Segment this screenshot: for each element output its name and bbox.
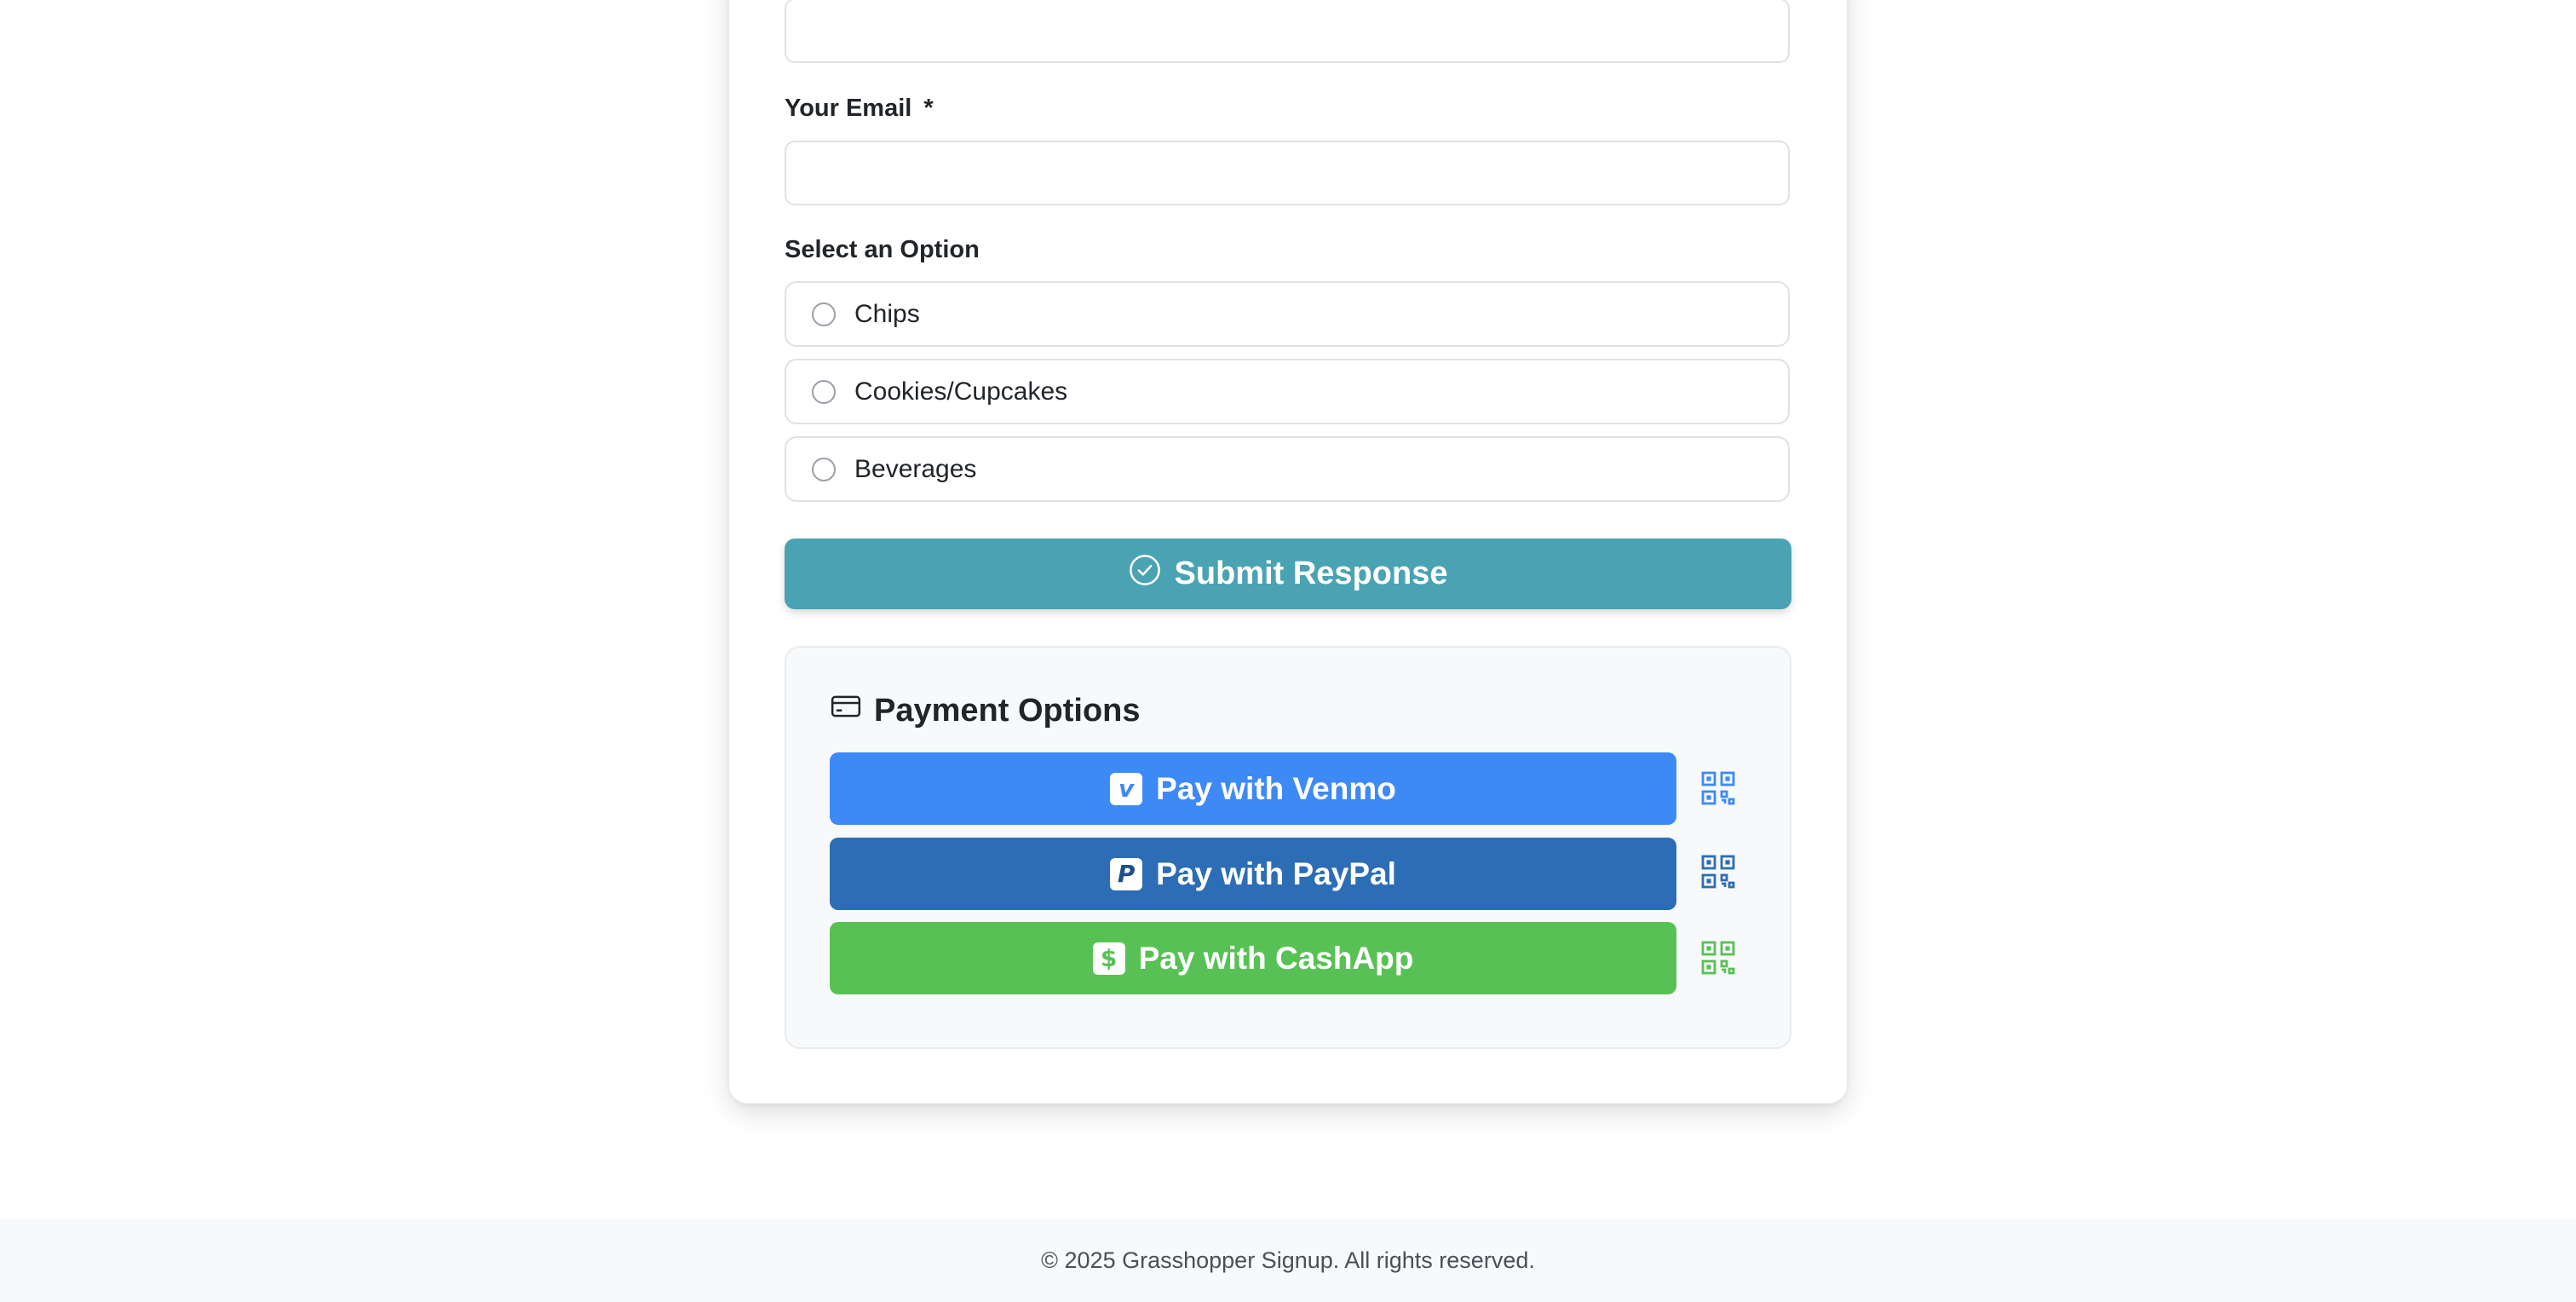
page-footer: © 2025 Grasshopper Signup. All rights re…: [0, 1218, 2576, 1302]
submit-button[interactable]: Submit Response: [785, 539, 1791, 609]
pay-paypal-button[interactable]: P Pay with PayPal: [830, 838, 1676, 910]
radio-button[interactable]: [812, 458, 836, 481]
email-label-text: Your Email: [785, 95, 912, 122]
email-input[interactable]: [785, 141, 1790, 205]
option-label-cookies: Cookies/Cupcakes: [854, 377, 1068, 406]
pay-venmo-button[interactable]: v Pay with Venmo: [830, 752, 1676, 825]
radio-button[interactable]: [812, 380, 836, 404]
option-label-chips: Chips: [854, 300, 920, 328]
option-cookies-cupcakes[interactable]: Cookies/Cupcakes: [785, 359, 1790, 424]
name-input[interactable]: [785, 0, 1790, 63]
pay-cashapp-button[interactable]: $ Pay with CashApp: [830, 922, 1676, 994]
submit-button-label: Submit Response: [1174, 556, 1448, 591]
cashapp-qr-code-icon[interactable]: [1701, 941, 1735, 975]
payment-title-text: Payment Options: [874, 693, 1141, 729]
payment-options-panel: Payment Options v Pay with Venmo P Pay w…: [785, 646, 1791, 1049]
pay-venmo-label: Pay with Venmo: [1156, 770, 1396, 806]
credit-card-icon: [830, 690, 862, 731]
check-circle-icon: [1129, 554, 1161, 595]
pay-cashapp-label: Pay with CashApp: [1138, 940, 1414, 976]
footer-copyright: © 2025 Grasshopper Signup. All rights re…: [1041, 1247, 1535, 1273]
email-label: Your Email *: [785, 94, 934, 123]
option-beverages[interactable]: Beverages: [785, 436, 1790, 502]
paypal-icon: P: [1110, 857, 1143, 890]
venmo-icon: v: [1110, 772, 1143, 805]
radio-button[interactable]: [812, 302, 836, 326]
cashapp-icon: $: [1092, 942, 1125, 975]
pay-paypal-label: Pay with PayPal: [1156, 856, 1396, 891]
option-label: Select an Option: [785, 236, 980, 263]
paypal-qr-code-icon[interactable]: [1701, 855, 1735, 889]
option-label-beverages: Beverages: [854, 455, 977, 483]
venmo-qr-code-icon[interactable]: [1701, 771, 1735, 805]
required-marker: *: [923, 95, 934, 122]
option-chips[interactable]: Chips: [785, 281, 1790, 347]
payment-title: Payment Options: [830, 690, 1141, 731]
